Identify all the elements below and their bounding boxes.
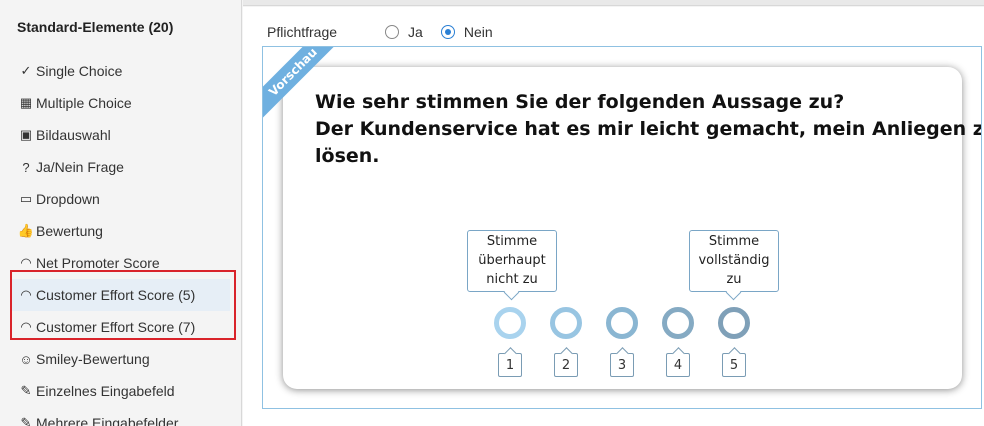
question-line: Der Kundenservice hat es mir leicht gema…	[315, 118, 982, 140]
scale-option-1[interactable]	[494, 307, 526, 339]
sidebar-item-customer-effort-score-5[interactable]: ◠ Customer Effort Score (5)	[12, 279, 230, 311]
sidebar-item-bildauswahl[interactable]: ▣ Bildauswahl	[12, 119, 230, 151]
sidebar-item-label: Multiple Choice	[36, 95, 132, 111]
scale-option-4[interactable]	[662, 307, 694, 339]
scale-number-1: 1	[498, 353, 522, 377]
sidebar-item-label: Customer Effort Score (5)	[36, 287, 196, 303]
sidebar-item-label: Dropdown	[36, 191, 100, 207]
edit-icon: ✎	[20, 415, 32, 426]
gauge-icon: ◠	[20, 255, 32, 270]
sidebar-item-label: Bewertung	[36, 223, 103, 239]
smiley-icon: ☺	[19, 351, 33, 367]
sidebar-item-bewertung[interactable]: 👍 Bewertung	[12, 215, 230, 247]
dropdown-icon: ▭	[19, 191, 33, 206]
sidebar-title: Standard-Elemente (20)	[17, 19, 174, 35]
sidebar-item-label: Bildauswahl	[36, 127, 111, 143]
sidebar-item-label: Mehrere Eingabefelder	[36, 415, 179, 426]
radio-circle-checked[interactable]	[440, 25, 455, 39]
tooltip-line: Stimme	[708, 234, 760, 249]
preview-frame: Wie sehr stimmen Sie der folgenden Aussa…	[262, 46, 982, 409]
image-icon: ▣	[19, 127, 33, 142]
scale-option-3[interactable]	[606, 307, 638, 339]
radio-ja[interactable]: Ja	[385, 24, 423, 40]
edit-icon: ✎	[20, 383, 32, 398]
tooltip-right: Stimme vollständig zu	[689, 230, 779, 292]
radio-circle[interactable]	[385, 25, 400, 39]
radio-label: Ja	[408, 24, 423, 40]
tooltip-line: vollständig	[698, 253, 770, 268]
tooltip-line: überhaupt	[478, 253, 546, 268]
pflichtfrage-row: Pflichtfrage Ja Nein	[267, 24, 511, 40]
sidebar-item-label: Einzelnes Eingabefeld	[36, 383, 175, 399]
scale-number-4: 4	[666, 353, 690, 377]
question-line: Wie sehr stimmen Sie der folgenden Aussa…	[315, 91, 845, 113]
grid-icon: ▦	[19, 95, 33, 110]
sidebar-list: ✓ Single Choice ▦ Multiple Choice ▣ Bild…	[12, 55, 230, 426]
sidebar-item-mehrere-eingabefelder[interactable]: ✎ Mehrere Eingabefelder	[12, 407, 230, 426]
pflichtfrage-label: Pflichtfrage	[267, 24, 338, 40]
check-circle-icon: ✓	[20, 63, 32, 78]
sidebar-item-label: Single Choice	[36, 63, 123, 79]
sidebar-item-smiley-bewertung[interactable]: ☺ Smiley-Bewertung	[12, 343, 230, 375]
scale-number-label: 5	[729, 358, 739, 373]
sidebar-item-ja-nein-frage[interactable]: ? Ja/Nein Frage	[12, 151, 230, 183]
sidebar-item-single-choice[interactable]: ✓ Single Choice	[12, 55, 230, 87]
sidebar-item-label: Net Promoter Score	[36, 255, 160, 271]
sidebar-item-dropdown[interactable]: ▭ Dropdown	[12, 183, 230, 215]
sidebar-item-label: Ja/Nein Frage	[36, 159, 124, 175]
scale-number-label: 1	[505, 358, 515, 373]
sidebar-item-label: Customer Effort Score (7)	[36, 319, 196, 335]
main-panel: Pflichtfrage Ja Nein Wie sehr stimmen Si…	[243, 7, 984, 426]
top-strip	[243, 0, 984, 6]
sidebar-item-customer-effort-score-7[interactable]: ◠ Customer Effort Score (7)	[12, 311, 230, 343]
tooltip-line: nicht zu	[486, 272, 538, 287]
scale-number-2: 2	[554, 353, 578, 377]
scale-option-5[interactable]	[718, 307, 750, 339]
scale-number-5: 5	[722, 353, 746, 377]
sidebar-item-net-promoter-score[interactable]: ◠ Net Promoter Score	[12, 247, 230, 279]
sidebar-item-multiple-choice[interactable]: ▦ Multiple Choice	[12, 87, 230, 119]
question-icon: ?	[22, 159, 30, 175]
tooltip-line: zu	[726, 272, 742, 287]
scale-number-3: 3	[610, 353, 634, 377]
question-card: Wie sehr stimmen Sie der folgenden Aussa…	[283, 67, 982, 389]
element-sidebar: Standard-Elemente (20) ✓ Single Choice ▦…	[0, 0, 242, 426]
radio-label: Nein	[463, 24, 493, 40]
tooltip-left: Stimme überhaupt nicht zu	[467, 230, 557, 292]
question-line: lösen.	[315, 145, 380, 167]
sidebar-item-label: Smiley-Bewertung	[36, 351, 150, 367]
scale-number-label: 3	[617, 358, 627, 373]
scale-number-label: 2	[561, 358, 571, 373]
scale-number-label: 4	[673, 358, 683, 373]
scale-option-2[interactable]	[550, 307, 582, 339]
tooltip-line: Stimme	[486, 234, 538, 249]
gauge-icon: ◠	[20, 319, 32, 334]
gauge-icon: ◠	[20, 287, 32, 302]
radio-nein[interactable]: Nein	[440, 24, 493, 40]
question-text: Wie sehr stimmen Sie der folgenden Aussa…	[315, 89, 982, 170]
thumbs-up-icon: 👍	[17, 223, 35, 238]
sidebar-item-einzelnes-eingabefeld[interactable]: ✎ Einzelnes Eingabefeld	[12, 375, 230, 407]
